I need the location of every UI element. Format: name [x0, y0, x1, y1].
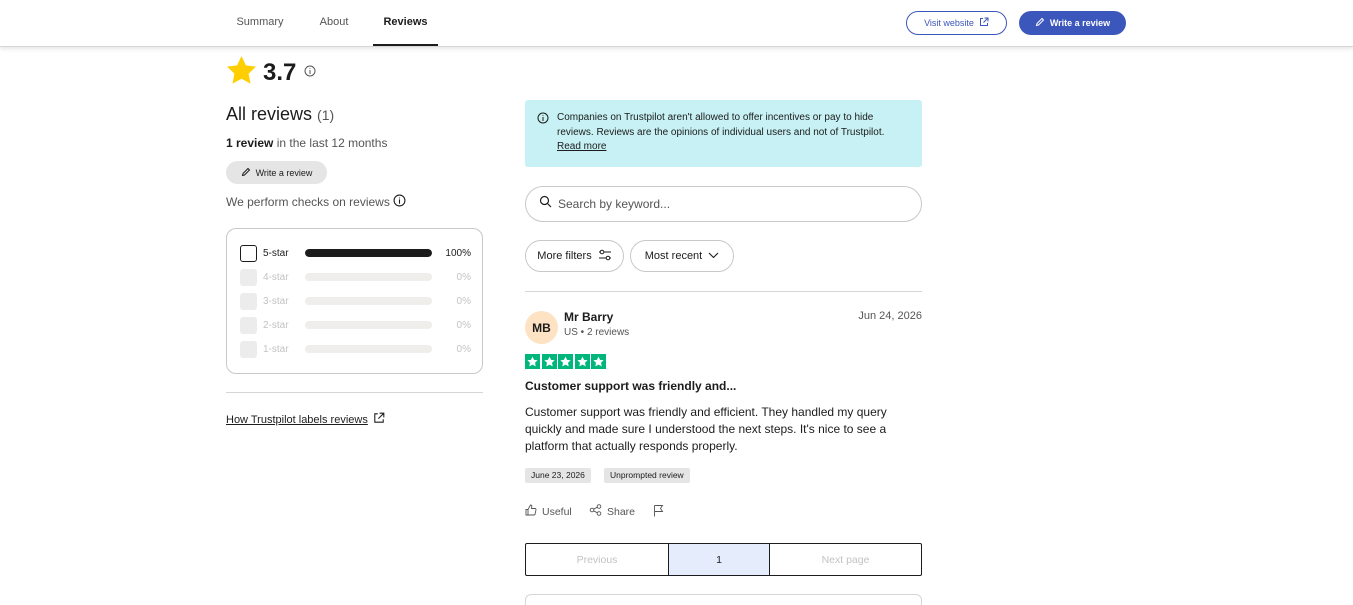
star-icon [558, 354, 573, 369]
star-filter-checkbox [240, 316, 257, 334]
share-label: Share [607, 505, 636, 518]
star-icon [525, 354, 540, 369]
divider [525, 291, 922, 292]
more-filters-button[interactable]: More filters [525, 240, 624, 272]
avatar[interactable]: MB [525, 311, 558, 344]
all-reviews-label: All reviews [226, 104, 313, 124]
share-button[interactable]: Share [589, 504, 635, 519]
star-distribution-fill [305, 249, 432, 257]
star-filter-row[interactable]: 5-star 100% [240, 244, 472, 262]
experience-date-badge: June 23, 2026 [525, 468, 591, 483]
star-filter-label: 5-star [263, 247, 289, 259]
rating-star-icon [226, 55, 257, 90]
star-filter-checkbox[interactable] [240, 244, 257, 262]
star-icon [591, 354, 606, 369]
useful-button[interactable]: Useful [525, 504, 572, 519]
star-filter-percent: 0% [456, 271, 471, 283]
reviewer-meta: US • 2 reviews [564, 327, 630, 338]
all-reviews-count: (1) [317, 107, 335, 123]
chevron-down-icon [708, 250, 719, 262]
thumbs-up-icon [525, 504, 537, 519]
review-period-count: 1 review [226, 136, 274, 150]
flag-icon [653, 504, 664, 520]
info-icon[interactable] [393, 194, 406, 210]
star-icon [541, 354, 557, 369]
star-filter-percent: 100% [445, 247, 471, 259]
star-filter-label: 2-star [263, 319, 289, 331]
reviewer-name[interactable]: Mr Barry [564, 310, 613, 324]
labels-reviews-label: How Trustpilot labels reviews [226, 413, 368, 426]
report-flag-button[interactable] [653, 504, 664, 520]
star-distribution-bar [305, 273, 432, 281]
current-page-button[interactable]: 1 [669, 544, 770, 575]
all-reviews-heading: All reviews (1) [226, 104, 334, 125]
tab-reviews[interactable]: Reviews [373, 0, 438, 46]
pencil-icon [241, 167, 251, 179]
star-filter-label: 1-star [263, 343, 289, 355]
star-filter-row: 1-star 0% [240, 340, 472, 358]
review-period-suffix: in the last 12 months [273, 136, 388, 150]
share-icon [589, 504, 602, 519]
divider [226, 392, 483, 393]
write-review-secondary-label: Write a review [255, 167, 313, 178]
tab-summary[interactable]: Summary [226, 0, 294, 46]
star-distribution-bar [305, 297, 432, 305]
overall-rating: 3.7 [226, 55, 316, 90]
notice-text: Companies on Trustpilot aren't allowed t… [557, 111, 910, 156]
info-icon [537, 111, 549, 156]
incentives-notice: Companies on Trustpilot aren't allowed t… [525, 100, 922, 167]
review-checks-label: We perform checks on reviews [226, 195, 390, 209]
star-filter-label: 4-star [263, 271, 289, 283]
star-filter-checkbox [240, 268, 257, 286]
more-filters-label: More filters [537, 250, 592, 262]
star-distribution-bar [305, 321, 432, 329]
star-filter-percent: 0% [456, 295, 471, 307]
read-more-link[interactable]: Read more [557, 141, 606, 152]
search-bar [525, 186, 922, 222]
write-review-button[interactable]: Write a review [1019, 11, 1126, 35]
sliders-icon [598, 249, 612, 264]
notice-body: Companies on Trustpilot aren't allowed t… [557, 112, 885, 138]
write-review-label: Write a review [1049, 18, 1111, 28]
star-filter-row: 2-star 0% [240, 316, 472, 334]
tab-about[interactable]: About [306, 0, 362, 46]
unprompted-review-badge: Unprompted review [604, 468, 690, 483]
top-navigation: Summary About Reviews Visit website Writ… [0, 0, 1353, 47]
review-body: Customer support was friendly and effici… [525, 405, 887, 453]
write-review-secondary-button[interactable]: Write a review [226, 161, 327, 184]
star-filter-percent: 0% [456, 343, 471, 355]
search-icon [539, 195, 552, 213]
review-checks: We perform checks on reviews [226, 194, 406, 210]
star-distribution-bar [305, 345, 432, 353]
star-filter-percent: 0% [456, 319, 471, 331]
external-link-icon [979, 17, 989, 29]
review-stars [525, 354, 606, 369]
next-page-button[interactable]: Next page [770, 544, 921, 575]
star-filter-row: 3-star 0% [240, 292, 472, 310]
previous-page-button[interactable]: Previous [526, 544, 669, 575]
star-filter-checkbox [240, 292, 257, 310]
visit-website-label: Visit website [924, 18, 974, 28]
info-icon[interactable] [304, 64, 316, 82]
pagination: Previous 1 Next page [525, 543, 922, 576]
sort-dropdown[interactable]: Most recent [630, 240, 734, 272]
next-card [525, 594, 922, 605]
star-distribution-bar [305, 249, 432, 257]
sort-label: Most recent [644, 250, 703, 262]
star-filter-label: 3-star [263, 295, 289, 307]
star-icon [574, 354, 590, 369]
star-filter-panel: 5-star 100% 4-star 0% 3-star 0% 2-star 0… [226, 228, 483, 374]
review-period: 1 review in the last 12 months [226, 136, 387, 150]
visit-website-button[interactable]: Visit website [906, 11, 1007, 35]
pencil-icon [1035, 17, 1045, 29]
rating-value: 3.7 [263, 58, 297, 86]
search-input[interactable] [558, 197, 898, 211]
star-filter-row: 4-star 0% [240, 268, 472, 286]
star-filter-checkbox [240, 340, 257, 358]
useful-label: Useful [542, 505, 572, 518]
external-link-icon [373, 412, 385, 427]
review-title[interactable]: Customer support was friendly and... [525, 379, 736, 393]
review-date: Jun 24, 2026 [858, 310, 922, 322]
labels-reviews-link[interactable]: How Trustpilot labels reviews [226, 412, 385, 427]
